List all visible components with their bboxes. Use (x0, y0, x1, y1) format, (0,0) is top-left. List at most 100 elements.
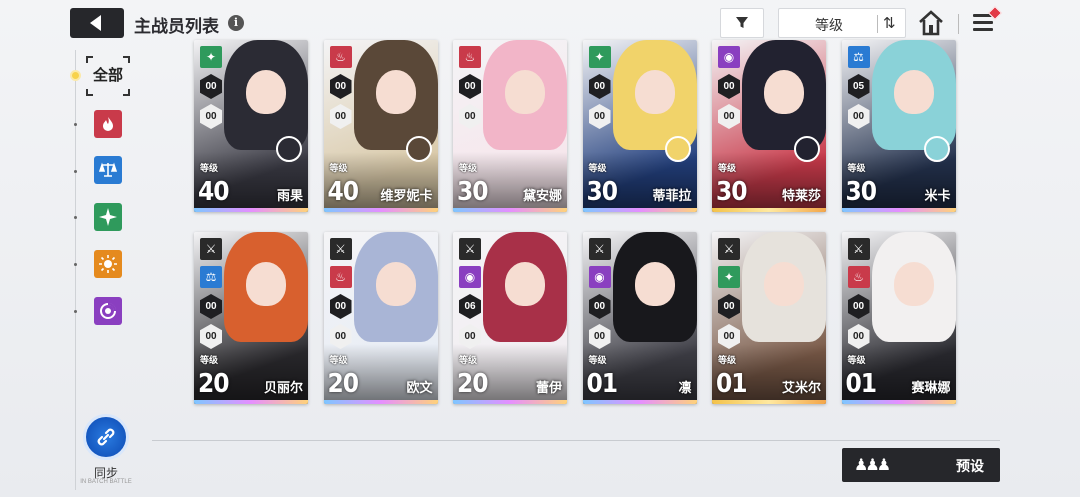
filter-wind-element[interactable] (94, 203, 122, 231)
rarity-bar (582, 208, 697, 212)
level-value: 01 (845, 369, 878, 399)
level-value: 30 (716, 177, 748, 207)
portrait-face (505, 262, 545, 306)
portrait-face (246, 262, 286, 306)
filter-balance-element[interactable] (94, 156, 122, 184)
balance-element-icon: ⚖ (847, 46, 870, 68)
rarity-bar (194, 400, 308, 404)
level-label: 等级 (847, 163, 866, 173)
rail-dot (74, 263, 77, 266)
sun-icon (99, 255, 117, 273)
scales-icon (99, 162, 117, 177)
level-label: 等级 (588, 355, 607, 365)
sync-sublabel: IN BATCH BATTLE (80, 479, 132, 485)
filter-all[interactable]: 全部 (86, 56, 130, 96)
preset-label: 预设 (956, 458, 984, 474)
flame-icon (103, 117, 113, 131)
character-name: 黛安娜 (522, 188, 562, 203)
menu-button[interactable] (970, 5, 1003, 36)
character-card[interactable]: ⚔ ♨ 00 00 等级 20 欧文 (323, 232, 438, 404)
void-element-icon: ◉ (459, 266, 481, 288)
home-button[interactable] (916, 8, 946, 38)
character-card[interactable]: ✦ 00 00 等级 30 蒂菲拉 (582, 40, 697, 212)
balance-element-icon: ⚖ (200, 266, 222, 288)
portrait-face (246, 70, 286, 114)
sort-order-icon[interactable]: ⇅ (883, 14, 896, 32)
level-label: 等级 (200, 163, 219, 173)
level-label: 等级 (200, 355, 219, 365)
character-card[interactable]: ⚔ ✦ 00 00 等级 01 艾米尔 (712, 232, 826, 404)
rarity-bar (712, 208, 826, 212)
character-card[interactable]: ♨ 00 00 等级 30 黛安娜 (453, 40, 567, 212)
class-icon: ⚔ (718, 238, 740, 260)
character-card[interactable]: ⚖ 05 00 等级 30 米卡 (841, 40, 956, 212)
filter-sun-element[interactable] (94, 250, 122, 278)
character-card[interactable]: ⚔ ◉ 06 00 等级 20 蕾伊 (453, 232, 567, 404)
character-card[interactable]: ◉ 00 00 等级 30 特莱莎 (712, 40, 826, 212)
portrait-face (893, 70, 934, 114)
portrait-face (764, 262, 804, 306)
character-grid: ✦ 00 00 等级 40 雨果 ♨ 00 00 等级 40 维罗妮卡 ♨ 00 00 等级 30 黛安娜 ✦ 00 0… (190, 40, 960, 434)
character-card[interactable]: ⚔ ◉ 00 00 等级 01 凛 (582, 232, 697, 404)
preset-button[interactable]: ♟♟♟ 预设 (842, 448, 1000, 482)
character-name: 欧文 (406, 380, 433, 395)
character-name: 贝丽尔 (263, 380, 303, 395)
character-name: 蕾伊 (535, 380, 562, 395)
character-card[interactable]: ⚔ ♨ 00 00 等级 01 赛琳娜 (841, 232, 956, 404)
info-icon[interactable]: i (228, 15, 244, 31)
character-card[interactable]: ⚔ ⚖ 00 00 等级 20 贝丽尔 (194, 232, 308, 404)
rarity-bar (323, 208, 438, 212)
back-button[interactable] (70, 8, 124, 38)
character-name: 蒂菲拉 (652, 188, 692, 203)
menu-icon-bar (973, 21, 993, 24)
level-value: 20 (327, 369, 360, 399)
level-value: 20 (198, 369, 230, 399)
level-value: 30 (586, 177, 619, 207)
class-icon: ⚔ (200, 238, 222, 260)
filter-all-label: 全部 (92, 67, 123, 84)
void-element-icon: ◉ (588, 266, 611, 288)
sidebar-rail (75, 50, 76, 490)
filter-void-element[interactable] (94, 297, 122, 325)
sort-dropdown[interactable]: 等级 ⇅ (778, 8, 906, 38)
character-name: 艾米尔 (781, 380, 821, 395)
rarity-bar (194, 208, 308, 212)
portrait-face (893, 262, 934, 306)
portrait-face (505, 70, 545, 114)
fire-element-icon: ♨ (329, 266, 352, 288)
filter-button[interactable] (720, 8, 764, 38)
level-value: 40 (198, 177, 230, 207)
level-value: 30 (457, 177, 489, 207)
character-name: 维罗妮卡 (380, 188, 433, 203)
portrait-face (375, 262, 416, 306)
character-card[interactable]: ♨ 00 00 等级 40 维罗妮卡 (323, 40, 438, 212)
filter-fire-element[interactable] (94, 110, 122, 138)
rarity-bar (453, 400, 567, 404)
star-cross-icon (99, 208, 117, 226)
rail-dot (74, 310, 77, 313)
class-icon: ⚔ (588, 238, 611, 260)
fire-element-icon: ♨ (847, 266, 870, 288)
back-arrow-icon (90, 15, 101, 31)
level-label: 等级 (847, 355, 866, 365)
portrait-face (764, 70, 804, 114)
link-icon (97, 428, 115, 446)
level-value: 01 (716, 369, 748, 399)
void-element-icon: ◉ (718, 46, 740, 68)
rarity-bar (582, 400, 697, 404)
level-value: 40 (327, 177, 360, 207)
portrait-face (375, 70, 416, 114)
notification-badge (987, 5, 1003, 21)
class-icon: ⚔ (329, 238, 352, 260)
topbar-divider (958, 14, 959, 34)
wind-element-icon: ✦ (588, 46, 611, 68)
rail-dot (74, 170, 77, 173)
vortex-icon (100, 302, 117, 319)
level-label: 等级 (588, 163, 607, 173)
fire-element-icon: ♨ (329, 46, 352, 68)
sync-button[interactable] (83, 414, 129, 460)
character-name: 米卡 (924, 188, 951, 203)
sort-label: 等级 (815, 17, 843, 33)
level-label: 等级 (329, 355, 348, 365)
character-card[interactable]: ✦ 00 00 等级 40 雨果 (194, 40, 308, 212)
